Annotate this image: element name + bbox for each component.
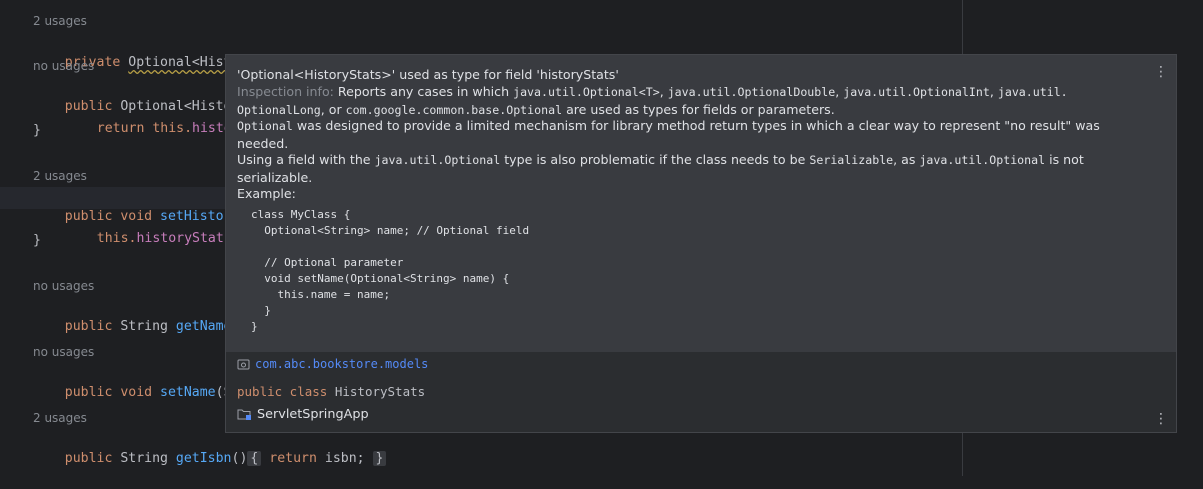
usage-hint[interactable]: no usages [33,279,94,293]
class-declaration: public class HistoryStats [237,384,425,399]
field-name: historyStats [136,231,232,246]
code-ref: Optional [237,119,293,133]
inspection-paragraph: Optional was designed to provide a limit… [237,117,1107,152]
code-ref: java.util. [997,85,1068,99]
module-name: ServletSpringApp [257,407,369,422]
inspection-paragraph: Using a field with the java.util.Optiona… [237,151,1107,186]
paragraph-text: , as [893,152,920,167]
module-folder-icon [237,409,251,420]
return-value: isbn; [324,451,365,466]
params: () [231,451,248,466]
separator: , [989,84,998,99]
class-name: HistoryStats [334,384,426,399]
type: String [120,319,176,334]
usage-hint[interactable]: 2 usages [33,14,87,28]
paragraph-text: serializable. [237,170,313,185]
code-ref: java.util.OptionalDouble [667,85,836,99]
inspection-info: Inspection info: Reports any cases in wh… [237,83,1107,119]
keyword: public void [64,385,161,400]
paragraph-text: type is also problematic if the class ne… [500,152,810,167]
method-name: setName [160,385,216,400]
usage-hint[interactable]: no usages [33,345,94,359]
info-text: are used as types for fields or paramete… [562,102,835,117]
method-name: getIsbn [175,451,232,466]
paragraph-text: is not [1045,152,1084,167]
keyword: public [64,451,121,466]
usage-hint[interactable]: 2 usages [33,169,87,183]
closing-brace: } [33,233,41,248]
this-keyword: this. [152,121,193,136]
closing-brace: } [33,123,41,138]
this-keyword: this. [96,231,137,246]
keyword: return [96,121,153,136]
paragraph-text: was designed to provide a limited mechan… [292,118,1100,133]
usage-hint[interactable]: 2 usages [33,411,87,425]
code-ref: java.util.Optional<T> [513,85,660,99]
package-icon [237,359,250,369]
type: String [120,451,176,466]
example-code-block: class MyClass { Optional<String> name; /… [251,208,530,333]
inspection-title: 'Optional<HistoryStats>' used as type fo… [237,67,619,82]
keyword: public class [237,384,335,399]
code-ref: java.util.OptionalInt [843,85,990,99]
inspection-popup: ⋮ 'Optional<HistoryStats>' used as type … [225,54,1177,433]
fold-region-close[interactable]: } [372,451,387,466]
code-ref: java.util.Optional [374,153,501,167]
code-ref: com.google.common.base.Optional [345,103,563,117]
code-ref: java.util.Optional [919,153,1046,167]
info-text: , or [320,102,346,117]
code-line[interactable]: public String getIsbn(){ return isbn; } [33,429,387,489]
package-link[interactable]: com.abc.bookstore.models [255,357,428,371]
separator: , [659,84,668,99]
paragraph-text: Using a field with the [237,152,375,167]
usage-hint[interactable]: no usages [33,59,94,73]
paragraph-text: needed. [237,136,289,151]
example-label: Example: [237,186,296,201]
more-options-icon[interactable]: ⋮ [1154,64,1168,80]
fold-region-open[interactable]: { [247,451,262,466]
module-row: ServletSpringApp [237,407,369,422]
inspection-description: ⋮ 'Optional<HistoryStats>' used as type … [226,55,1176,352]
more-options-icon-bottom[interactable]: ⋮ [1154,411,1168,427]
code-ref: Serializable [809,153,894,167]
package-row: com.abc.bookstore.models [237,357,428,371]
keyword: public [64,319,121,334]
code-line[interactable]: this.historyStats = [65,209,248,269]
keyword: return [261,451,325,466]
info-text: Reports any cases in which [333,84,514,99]
code-ref: OptionalLong [237,103,321,117]
method-name: getName [175,319,232,334]
info-label: Inspection info: [237,84,334,99]
